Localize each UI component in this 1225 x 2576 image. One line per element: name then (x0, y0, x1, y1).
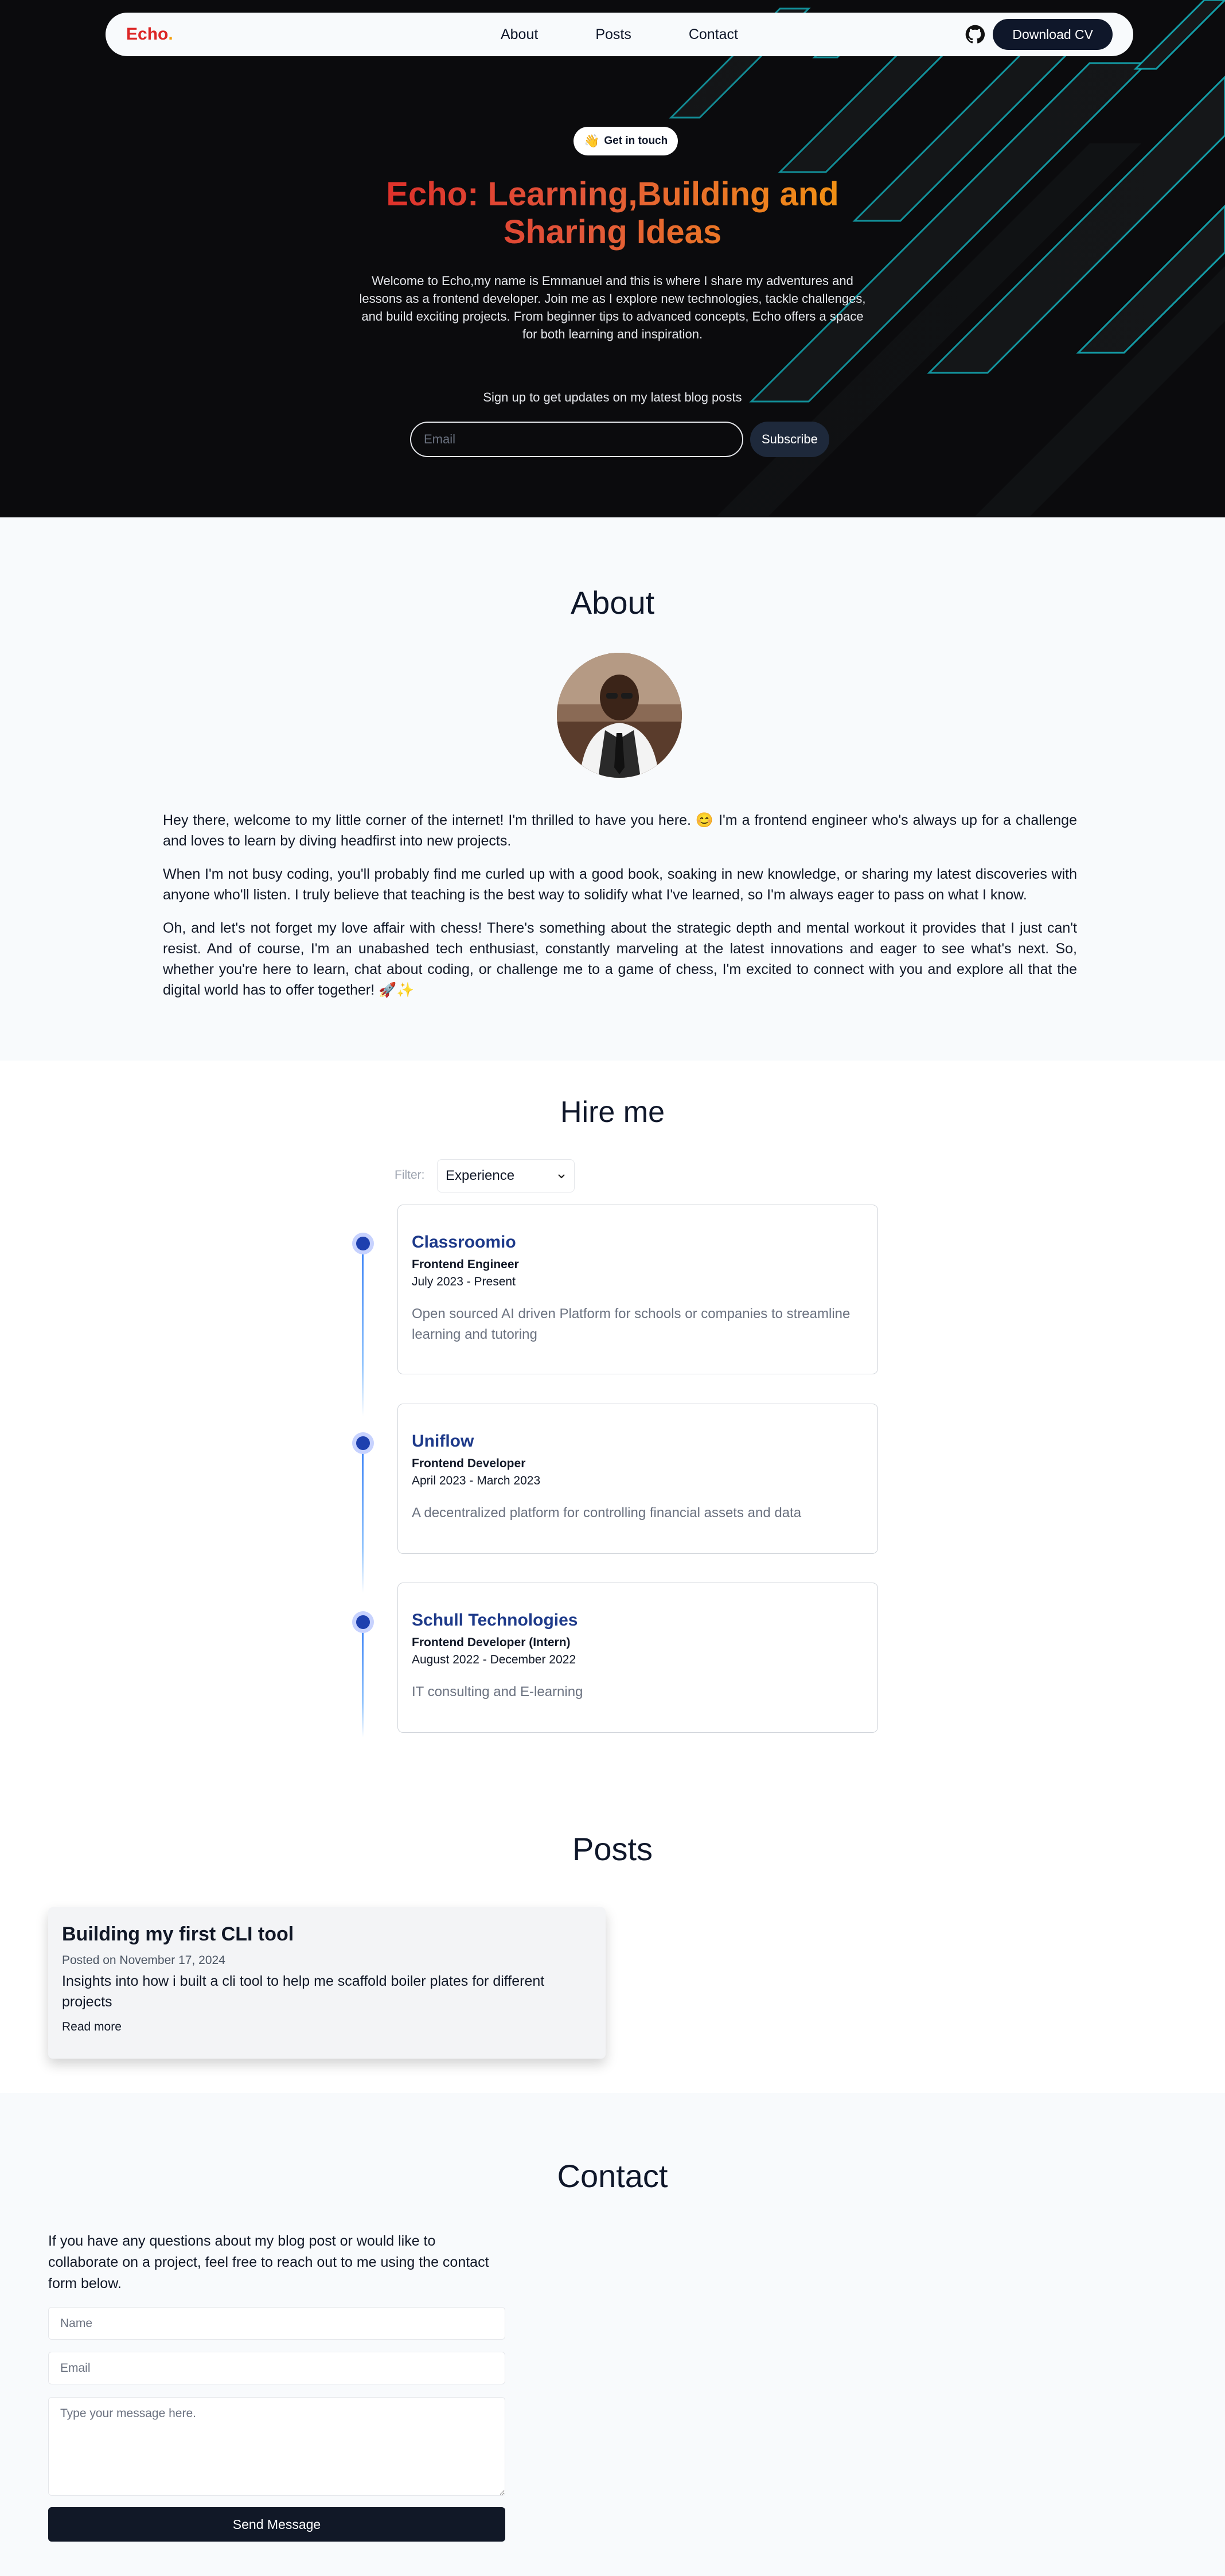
posts-section: Posts Building my first CLI tool Posted … (0, 1806, 1225, 2093)
about-paragraph-2: When I'm not busy coding, you'll probabl… (163, 866, 1077, 903)
nav-link-contact[interactable]: Contact (689, 26, 738, 43)
nav-link-posts[interactable]: Posts (595, 26, 631, 43)
avatar (557, 653, 682, 778)
filter-value: Experience (446, 1168, 515, 1183)
about-section: About Hey there, welcome to my little co… (0, 517, 1225, 1061)
download-cv-button[interactable]: Download CV (993, 19, 1113, 50)
experience-role: Frontend Engineer (412, 1258, 519, 1271)
pill-label: Get in touch (604, 135, 668, 147)
about-paragraph-3: Oh, and let's not forget my love affair … (163, 920, 1077, 998)
name-field[interactable] (48, 2307, 505, 2340)
experience-role: Frontend Developer (412, 1457, 526, 1470)
experience-card: Schull Technologies Frontend Developer (… (397, 1583, 878, 1733)
timeline-line (362, 1623, 364, 1737)
email-field[interactable] (48, 2352, 505, 2384)
contact-title: Contact (557, 2158, 668, 2194)
about-title: About (570, 584, 655, 621)
posts-title: Posts (572, 1831, 653, 1867)
experience-role: Frontend Developer (Intern) (412, 1636, 571, 1649)
waving-hand-icon: 👋 (584, 134, 600, 148)
experience-card: Uniflow Frontend Developer April 2023 - … (397, 1404, 878, 1554)
post-card[interactable]: Building my first CLI tool Posted on Nov… (48, 1907, 606, 2059)
nav-actions: Download CV (965, 19, 1113, 50)
read-more-link[interactable]: Read more (62, 2020, 122, 2034)
experience-description: IT consulting and E-learning (412, 1684, 583, 1700)
experience-period: July 2023 - Present (412, 1275, 516, 1288)
newsletter-email-input[interactable] (410, 422, 743, 457)
filter-select[interactable]: Experience (437, 1159, 575, 1192)
about-paragraph-1: Hey there, welcome to my little corner o… (163, 812, 1077, 849)
subscribe-button[interactable]: Subscribe (750, 422, 829, 457)
nav-link-about[interactable]: About (501, 26, 538, 43)
post-date: Posted on November 17, 2024 (62, 1954, 225, 1967)
experience-company: Uniflow (412, 1432, 474, 1451)
post-title[interactable]: Building my first CLI tool (62, 1923, 592, 1946)
hero-section: Echo. About Posts Contact Download CV 👋 … (0, 0, 1225, 517)
github-icon[interactable] (965, 25, 985, 44)
experience-period: April 2023 - March 2023 (412, 1474, 541, 1487)
timeline-dot (352, 1233, 374, 1254)
logo[interactable]: Echo. (126, 25, 173, 44)
get-in-touch-pill[interactable]: 👋 Get in touch (574, 127, 678, 155)
hire-section: Hire me Filter: Experience Classroomio F… (0, 1061, 1225, 1806)
experience-company: Classroomio (412, 1233, 516, 1252)
hero-title: Echo: Learning,Building and Sharing Idea… (326, 176, 899, 251)
timeline-dot (352, 1611, 374, 1633)
about-text: Hey there, welcome to my little corner o… (163, 810, 1077, 1013)
send-message-button[interactable]: Send Message (48, 2507, 505, 2542)
contact-intro: If you have any questions about my blog … (48, 2233, 489, 2291)
experience-description: Open sourced AI driven Platform for scho… (412, 1306, 851, 1342)
signup-label: Sign up to get updates on my latest blog… (483, 390, 742, 404)
experience-period: August 2022 - December 2022 (412, 1653, 576, 1666)
message-field[interactable] (48, 2397, 505, 2496)
filter-label: Filter: (395, 1168, 425, 1182)
navbar: Echo. About Posts Contact Download CV (106, 13, 1133, 56)
experience-description: A decentralized platform for controlling… (412, 1505, 802, 1521)
chevron-down-icon (558, 1174, 565, 1179)
experience-card: Classroomio Frontend Engineer July 2023 … (397, 1205, 878, 1374)
timeline-dot (352, 1432, 374, 1454)
timeline-line (362, 1444, 364, 1593)
post-excerpt: Insights into how i built a cli tool to … (62, 1973, 545, 2010)
hero-description: Welcome to Echo,my name is Emmanuel and … (359, 274, 866, 341)
experience-company: Schull Technologies (412, 1611, 578, 1630)
hire-title: Hire me (560, 1096, 665, 1129)
timeline-line (362, 1244, 364, 1416)
